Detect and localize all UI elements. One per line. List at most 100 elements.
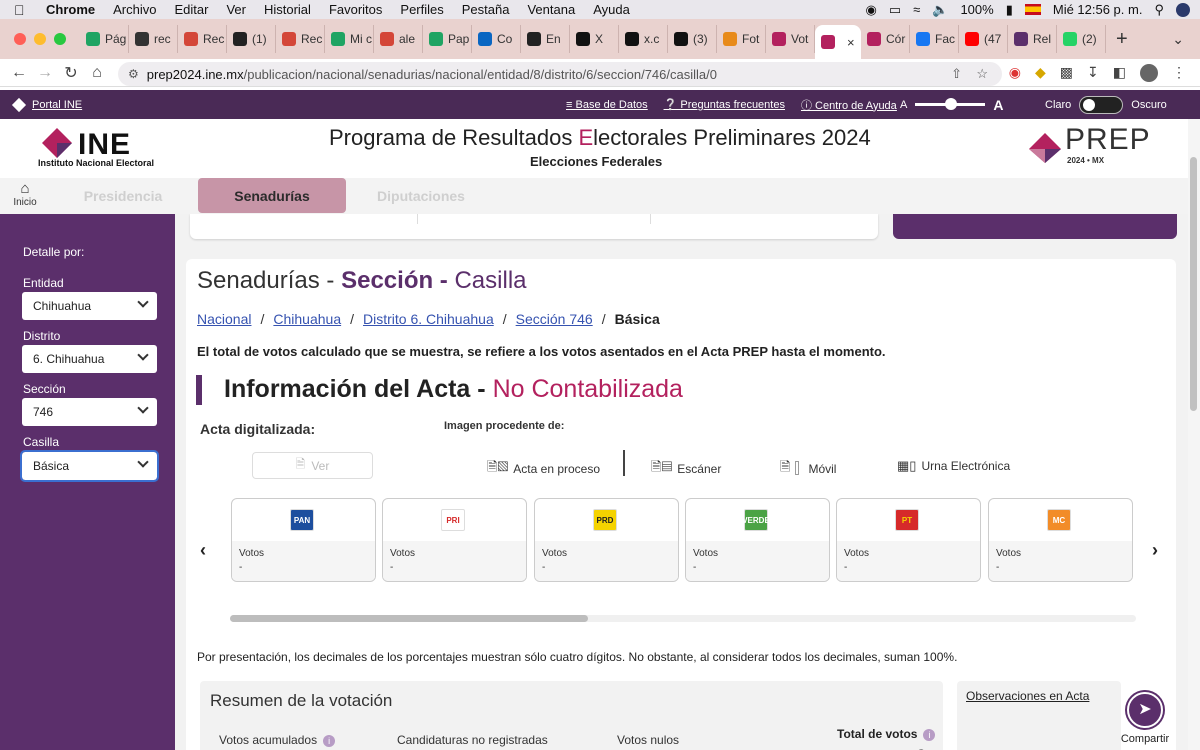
browser-tab[interactable]: x.c <box>619 25 668 53</box>
base-datos-link[interactable]: ≡ Base de Datos <box>566 99 648 111</box>
profile-avatar[interactable] <box>1140 63 1158 82</box>
page-scrollbar[interactable] <box>1188 119 1200 750</box>
font-size-slider[interactable] <box>915 98 986 110</box>
clock[interactable]: Mié 12:56 p. m. <box>1053 2 1143 17</box>
ine-logo[interactable]: INE Instituto Nacional Electoral <box>36 124 166 172</box>
address-bar[interactable]: ⚙ prep2024.ine.mx/publicacion/nacional/s… <box>118 62 1002 86</box>
compartir-button[interactable]: ➤ Compartir <box>1117 692 1173 750</box>
party-card[interactable]: MC Votos - <box>988 498 1133 582</box>
site-info-icon[interactable]: ⚙ <box>128 67 139 81</box>
crumb-entidad[interactable]: Chihuahua <box>273 311 341 327</box>
sidepanel-icon[interactable]: ◧ <box>1113 64 1126 81</box>
menu-historial[interactable]: Historial <box>264 2 311 17</box>
battery-icon[interactable]: ▮ <box>1006 2 1013 18</box>
shield-extension-icon[interactable]: ◆ <box>1035 64 1046 81</box>
menu-kebab-icon[interactable]: ⋮ <box>1172 64 1186 81</box>
carousel-scroll-thumb[interactable] <box>230 615 588 622</box>
menu-app[interactable]: Chrome <box>46 2 95 17</box>
browser-tab[interactable]: (2) <box>1057 25 1106 53</box>
menu-ayuda[interactable]: Ayuda <box>593 2 630 17</box>
browser-tab[interactable]: Fot <box>717 25 766 53</box>
party-card[interactable]: PRD Votos - <box>534 498 679 582</box>
browser-tab[interactable]: Fac <box>910 25 959 53</box>
info-icon[interactable]: i <box>323 735 336 747</box>
close-window-button[interactable] <box>14 33 26 45</box>
tab-senadurias[interactable]: Senadurías <box>198 178 346 213</box>
bookmark-star-icon[interactable]: ☆ <box>976 66 988 82</box>
screen-record-icon[interactable]: ◉ <box>865 2 876 18</box>
browser-tab[interactable]: (47 <box>959 25 1008 53</box>
browser-tab[interactable]: (1) <box>227 25 276 53</box>
home-icon[interactable]: ⌂ <box>84 64 110 82</box>
wifi-icon[interactable]: ≈ <box>913 2 920 17</box>
menu-favoritos[interactable]: Favoritos <box>329 2 382 17</box>
tab-presidencia[interactable]: Presidencia <box>70 178 176 213</box>
browser-tab[interactable]: Pap <box>423 25 472 53</box>
carousel-prev-icon[interactable]: ‹ <box>200 540 206 561</box>
browser-tab[interactable]: Vot <box>766 25 815 53</box>
battery-percent[interactable]: 100% <box>960 2 993 17</box>
display-icon[interactable]: ▭ <box>889 2 901 18</box>
menu-editar[interactable]: Editar <box>174 2 208 17</box>
download-icon[interactable]: ↧ <box>1087 64 1099 81</box>
browser-tab[interactable]: Rel <box>1008 25 1057 53</box>
browser-tab-active[interactable]: × <box>815 25 861 59</box>
ayuda-link[interactable]: ⓘ Centro de Ayuda <box>801 97 897 113</box>
info-icon[interactable]: i <box>923 729 936 741</box>
browser-tab[interactable]: En <box>521 25 570 53</box>
browser-tab[interactable]: ale <box>374 25 423 53</box>
font-size-slider-knob[interactable] <box>945 98 958 110</box>
menu-archivo[interactable]: Archivo <box>113 2 156 17</box>
menu-pestana[interactable]: Pestaña <box>462 2 510 17</box>
party-card[interactable]: PAN Votos - <box>231 498 376 582</box>
browser-tab[interactable]: Rec <box>178 25 227 53</box>
puzzle-extensions-icon[interactable]: ▩ <box>1060 64 1073 81</box>
record-extension-icon[interactable]: ◉ <box>1009 64 1021 81</box>
carousel-next-icon[interactable]: › <box>1152 540 1158 561</box>
crumb-seccion[interactable]: Sección 746 <box>516 311 593 327</box>
browser-tab[interactable]: Cór <box>861 25 910 53</box>
observaciones-link[interactable]: Observaciones en Acta <box>966 689 1089 703</box>
seccion-select[interactable]: 746 <box>22 398 157 426</box>
party-card[interactable]: VERDE Votos - <box>685 498 830 582</box>
distrito-select[interactable]: 6. Chihuahua <box>22 345 157 373</box>
party-card[interactable]: PT Votos - <box>836 498 981 582</box>
browser-tab[interactable]: (3) <box>668 25 717 53</box>
browser-tab[interactable]: rec <box>129 25 178 53</box>
new-tab-icon[interactable]: + <box>1116 28 1128 51</box>
flag-es-icon[interactable] <box>1024 4 1041 15</box>
prep-logo[interactable]: PREP 2024 • MX <box>1027 123 1157 173</box>
page-scroll-thumb[interactable] <box>1190 157 1197 411</box>
share-page-icon[interactable]: ⇧ <box>951 66 962 82</box>
back-icon[interactable]: ← <box>6 64 32 82</box>
portal-ine-link[interactable]: Portal INE <box>11 97 82 112</box>
tab-search-chevron-icon[interactable]: ⌄ <box>1172 31 1184 48</box>
menu-ver[interactable]: Ver <box>226 2 246 17</box>
carousel-scrollbar[interactable] <box>230 615 1136 622</box>
casilla-select[interactable]: Básica <box>20 450 159 482</box>
browser-tab[interactable]: Pág <box>80 25 129 53</box>
forward-icon[interactable]: → <box>32 64 58 82</box>
tab-diputaciones[interactable]: Diputaciones <box>366 178 476 213</box>
menu-ventana[interactable]: Ventana <box>527 2 575 17</box>
volume-icon[interactable]: 🔈 <box>932 2 948 18</box>
reload-icon[interactable]: ↻ <box>58 63 84 83</box>
inicio-button[interactable]: ⌂ Inicio <box>10 180 40 208</box>
crumb-nacional[interactable]: Nacional <box>197 311 251 327</box>
crumb-distrito[interactable]: Distrito 6. Chihuahua <box>363 311 494 327</box>
zoom-window-button[interactable] <box>54 33 66 45</box>
minimize-window-button[interactable] <box>34 33 46 45</box>
entidad-select[interactable]: Chihuahua <box>22 292 157 320</box>
preguntas-link[interactable]: ❔ Preguntas frecuentes <box>664 98 785 111</box>
party-card[interactable]: PRI Votos - <box>382 498 527 582</box>
browser-tab[interactable]: Rec <box>276 25 325 53</box>
spotlight-search-icon[interactable]: ⚲ <box>1154 2 1164 18</box>
menu-perfiles[interactable]: Perfiles <box>400 2 443 17</box>
theme-toggle[interactable] <box>1079 95 1124 114</box>
apple-icon[interactable]:  <box>14 2 30 18</box>
close-tab-icon[interactable]: × <box>847 35 855 50</box>
browser-tab[interactable]: Co <box>472 25 521 53</box>
user-profile-icon[interactable] <box>1176 2 1190 17</box>
browser-tab[interactable]: Mi c <box>325 25 374 53</box>
browser-tab[interactable]: X <box>570 25 619 53</box>
